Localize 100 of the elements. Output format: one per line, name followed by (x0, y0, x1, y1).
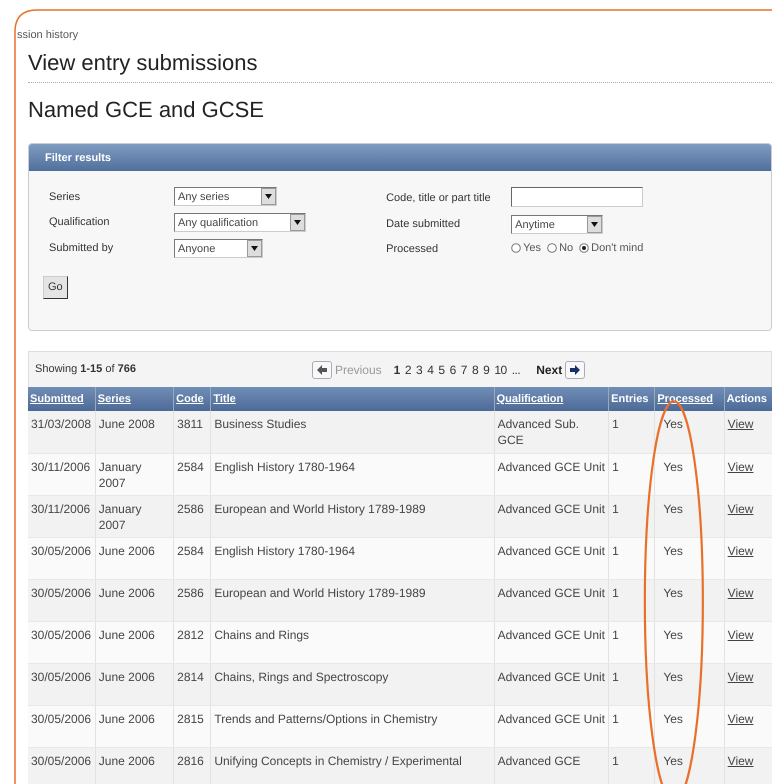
table-cell: 1 (608, 537, 655, 579)
table-cell: 1 (608, 747, 655, 784)
ellipsis: ... (510, 362, 522, 378)
view-link[interactable]: View (728, 712, 754, 726)
table-cell: Advanced GCE Unit (494, 621, 609, 663)
column-header: Actions (724, 387, 772, 411)
page-link[interactable]: 8 (470, 360, 480, 378)
table-cell: 1 (608, 411, 655, 453)
page-link[interactable]: 4 (426, 360, 434, 378)
table-cell: 2812 (174, 621, 211, 663)
table-cell: Yes (654, 663, 724, 705)
table-cell: Business Studies (210, 411, 494, 453)
table-cell: June 2006 (95, 579, 174, 621)
table-cell: 30/05/2006 (28, 621, 96, 663)
page-link[interactable]: 7 (460, 360, 468, 378)
table-cell: June 2006 (95, 621, 174, 663)
table-cell: 1 (608, 453, 655, 495)
table-cell: June 2006 (95, 537, 174, 579)
table-cell: European and World History 1789-1989 (210, 495, 494, 537)
table-cell: Unifying Concepts in Chemistry / Experimental (210, 747, 494, 784)
field-label: Processed (386, 242, 440, 257)
page-link[interactable]: 6 (448, 360, 457, 378)
field-label: Series (49, 190, 82, 205)
table-cell: 2816 (174, 747, 211, 784)
table-cell: Advanced GCE Unit (494, 453, 609, 495)
radio-label[interactable]: No (559, 240, 574, 256)
view-link[interactable]: View (728, 544, 754, 558)
breadcrumb-link[interactable]: ssion history (17, 29, 78, 41)
table-cell: 2584 (174, 537, 211, 579)
table-cell: Yes (654, 579, 724, 621)
view-link[interactable]: View (728, 670, 754, 684)
table-cell: 30/11/2006 (28, 453, 96, 495)
results-summary: Showing 1-15 of 766 (35, 362, 136, 378)
table-cell: English History 1780-1964 (210, 453, 494, 495)
dropdown[interactable]: Any qualification (174, 213, 306, 232)
table-cell: 2814 (174, 663, 211, 705)
table-cell: Advanced Sub. GCE (494, 411, 609, 453)
table-cell: 1 (608, 495, 655, 537)
table-cell: Yes (654, 411, 724, 453)
column-header[interactable]: Title (213, 392, 236, 405)
column-header: Entries (608, 387, 655, 411)
table-cell: 31/03/2008 (28, 411, 96, 453)
radio-label[interactable]: Yes (523, 240, 542, 256)
table-cell: 1 (608, 705, 655, 747)
page-link[interactable]: 2 (404, 360, 412, 378)
go-button[interactable]: Go (43, 276, 68, 299)
field-label: Submitted by (49, 241, 114, 256)
dropdown[interactable]: Any series (174, 187, 278, 206)
table-cell: January 2007 (95, 495, 174, 537)
page-link[interactable]: 10 (493, 360, 508, 378)
page-link[interactable]: 9 (482, 360, 490, 378)
radio-label[interactable]: Don't mind (591, 240, 644, 256)
table-cell: 2584 (174, 453, 211, 495)
table-cell: Yes (654, 705, 724, 747)
table-cell: 30/05/2006 (28, 705, 96, 747)
field-label: Code, title or part title (386, 191, 492, 206)
table-cell: Advanced GCE Unit (494, 495, 609, 537)
table-cell: 2586 (174, 579, 211, 621)
section-title: Named GCE and GCSE (28, 97, 264, 123)
table-cell: English History 1780-1964 (210, 537, 494, 579)
view-link[interactable]: View (728, 628, 754, 642)
table-cell: 1 (608, 621, 655, 663)
table-cell: 3811 (174, 411, 211, 453)
page-title: View entry submissions (28, 50, 772, 83)
view-link[interactable]: View (728, 586, 754, 600)
table-cell: 30/05/2006 (28, 747, 96, 784)
table-cell: 1 (608, 663, 655, 705)
table-cell: European and World History 1789-1989 (210, 579, 494, 621)
table-cell: June 2006 (95, 705, 174, 747)
table-cell: Advanced GCE Unit (494, 537, 609, 579)
table-cell: Trends and Patterns/Options in Chemistry (210, 705, 494, 747)
table-cell: January 2007 (95, 453, 174, 495)
table-cell: Chains, Rings and Spectroscopy (210, 663, 494, 705)
page-link[interactable]: 3 (415, 360, 424, 378)
panel-header: Filter results (29, 144, 771, 171)
page-link[interactable]: 1 (392, 360, 401, 378)
dropdown[interactable]: Anyone (174, 238, 264, 258)
table-cell: Yes (654, 453, 724, 495)
field-label: Date submitted (386, 217, 462, 232)
view-link[interactable]: View (728, 460, 754, 474)
table-cell: Advanced GCE Unit (494, 663, 609, 705)
next-link[interactable]: Next (536, 360, 562, 378)
table-cell: Advanced GCE Unit (494, 579, 609, 621)
dropdown[interactable]: Anytime (511, 215, 603, 234)
table-cell: 30/05/2006 (28, 579, 96, 621)
page-link[interactable]: 5 (437, 360, 446, 378)
table-cell: 30/11/2006 (28, 495, 96, 537)
table-cell: June 2006 (95, 747, 174, 784)
table-cell: 30/05/2006 (28, 663, 96, 705)
table-cell: June 2008 (95, 411, 174, 453)
field-label: Qualification (49, 215, 111, 230)
view-link[interactable]: View (728, 417, 754, 431)
table-cell: Yes (654, 747, 724, 784)
table-cell: Yes (654, 495, 724, 537)
table-cell: Yes (654, 621, 724, 663)
view-link[interactable]: View (728, 502, 754, 516)
table-cell: 1 (608, 579, 655, 621)
table-cell: 30/05/2006 (28, 537, 96, 579)
table-cell: Advanced GCE Unit (494, 705, 609, 747)
table-cell: Chains and Rings (210, 621, 494, 663)
